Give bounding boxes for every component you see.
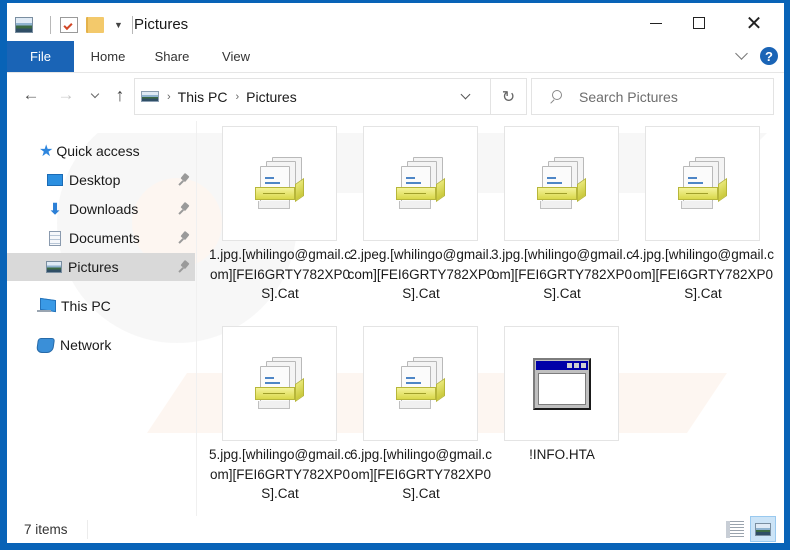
- sidebar-item-label: Documents: [69, 230, 140, 246]
- pin-icon[interactable]: [178, 232, 190, 244]
- maximize-icon: [693, 17, 705, 29]
- close-icon: ✕: [745, 12, 763, 35]
- cat-file-icon: [254, 156, 305, 211]
- tab-file[interactable]: File: [7, 41, 74, 72]
- file-thumbnail[interactable]: [222, 126, 337, 241]
- navigation-pane: ★ Quick access Desktop ⬇ Downloads Docum…: [7, 121, 197, 516]
- sidebar-item-this-pc[interactable]: This PC: [7, 292, 195, 320]
- documents-icon: [49, 230, 61, 246]
- file-thumbnail[interactable]: [504, 326, 619, 441]
- refresh-button[interactable]: ↻: [491, 78, 527, 115]
- quick-access-toolbar: ▼: [15, 15, 142, 35]
- large-icons-view-icon: [755, 522, 771, 536]
- file-thumbnail[interactable]: [363, 126, 478, 241]
- minimize-button[interactable]: [633, 7, 679, 39]
- sidebar-item-quick-access[interactable]: ★ Quick access: [7, 137, 195, 165]
- ribbon-tabs: File Home Share View ?: [7, 41, 784, 73]
- recent-locations-chevron-icon[interactable]: [88, 86, 102, 104]
- expand-ribbon-chevron-icon[interactable]: [735, 49, 749, 63]
- tab-share[interactable]: Share: [147, 41, 197, 72]
- item-count: 7 items: [24, 522, 68, 537]
- breadcrumb-this-pc[interactable]: This PC: [178, 89, 228, 105]
- download-icon: ⬇: [48, 201, 62, 218]
- minimize-icon: [650, 22, 662, 24]
- file-thumbnail[interactable]: [504, 126, 619, 241]
- sidebar-item-label: This PC: [61, 298, 111, 314]
- network-icon: [35, 337, 56, 353]
- customize-toolbar-dropdown-icon[interactable]: ▼: [114, 20, 123, 30]
- search-input[interactable]: [579, 88, 759, 105]
- pictures-location-icon: [141, 91, 159, 102]
- star-icon: ★: [39, 143, 54, 160]
- sidebar-item-label: Network: [60, 337, 112, 353]
- pin-icon[interactable]: [178, 174, 190, 186]
- desktop-icon: [47, 174, 63, 186]
- navigation-bar: ← → ↑ › This PC › Pictures ↻: [7, 74, 784, 118]
- sidebar-item-documents[interactable]: Documents: [7, 224, 195, 252]
- breadcrumb-pictures[interactable]: Pictures: [246, 89, 297, 105]
- cat-file-icon: [677, 156, 728, 211]
- file-thumbnail[interactable]: [363, 326, 478, 441]
- file-name[interactable]: 4.jpg.[whilingo@gmail.com][FEI6GRTY782XP…: [629, 245, 777, 304]
- cat-file-icon: [536, 156, 587, 211]
- pin-icon[interactable]: [178, 261, 190, 273]
- properties-icon[interactable]: [60, 17, 78, 33]
- address-history-chevron-icon[interactable]: [461, 91, 471, 101]
- file-name[interactable]: 1.jpg.[whilingo@gmail.com][FEI6GRTY782XP…: [206, 245, 354, 304]
- window-title: Pictures: [134, 16, 189, 33]
- file-list: 1.jpg.[whilingo@gmail.com][FEI6GRTY782XP…: [203, 121, 784, 516]
- forward-button[interactable]: →: [56, 85, 76, 104]
- tab-view[interactable]: View: [212, 41, 260, 72]
- title-bar: ▼ Pictures ✕: [7, 3, 784, 41]
- tab-home[interactable]: Home: [82, 41, 134, 72]
- details-view-button[interactable]: [726, 521, 744, 538]
- status-divider: [87, 520, 88, 539]
- pictures-folder-icon: [15, 17, 33, 33]
- file-name[interactable]: 6.jpg.[whilingo@gmail.com][FEI6GRTY782XP…: [347, 445, 495, 504]
- sidebar-item-downloads[interactable]: ⬇ Downloads: [7, 195, 195, 223]
- close-button[interactable]: ✕: [731, 7, 777, 39]
- toolbar-divider: [131, 16, 133, 34]
- pin-icon[interactable]: [178, 203, 190, 215]
- pictures-icon: [46, 261, 62, 273]
- hta-application-icon: [532, 357, 591, 410]
- file-thumbnail[interactable]: [222, 326, 337, 441]
- file-name[interactable]: 3.jpg.[whilingo@gmail.com][FEI6GRTY782XP…: [488, 245, 636, 304]
- file-name[interactable]: 2.jpeg.[whilingo@gmail.com][FEI6GRTY782X…: [347, 245, 495, 304]
- sidebar-item-network[interactable]: Network: [7, 331, 195, 359]
- sidebar-item-label: Desktop: [69, 172, 121, 188]
- file-explorer-window: ▼ Pictures ✕ File Home Share View ? ← → …: [7, 3, 784, 543]
- cat-file-icon: [395, 156, 446, 211]
- sidebar-item-desktop[interactable]: Desktop: [7, 166, 195, 194]
- search-icon: [549, 90, 562, 103]
- sidebar-item-pictures[interactable]: Pictures: [7, 253, 195, 281]
- cat-file-icon: [395, 356, 446, 411]
- address-bar[interactable]: › This PC › Pictures: [134, 78, 491, 115]
- up-button[interactable]: ↑: [110, 85, 130, 105]
- back-button[interactable]: ←: [21, 85, 41, 104]
- breadcrumb-separator-icon[interactable]: ›: [167, 91, 171, 103]
- file-thumbnail[interactable]: [645, 126, 760, 241]
- toolbar-divider: [50, 16, 51, 34]
- maximize-button[interactable]: [676, 7, 722, 39]
- sidebar-item-label: Quick access: [56, 143, 140, 159]
- new-folder-icon[interactable]: [86, 17, 104, 33]
- file-name[interactable]: 5.jpg.[whilingo@gmail.com][FEI6GRTY782XP…: [206, 445, 354, 504]
- help-button[interactable]: ?: [760, 47, 778, 65]
- cat-file-icon: [254, 356, 305, 411]
- status-bar: 7 items: [7, 516, 784, 543]
- large-icons-view-button[interactable]: [750, 516, 776, 542]
- this-pc-icon: [37, 299, 55, 313]
- sidebar-item-label: Downloads: [69, 201, 139, 217]
- file-name[interactable]: !INFO.HTA: [488, 445, 636, 465]
- breadcrumb-separator-icon[interactable]: ›: [235, 91, 239, 103]
- search-box[interactable]: [531, 78, 774, 115]
- sidebar-item-label: Pictures: [68, 259, 119, 275]
